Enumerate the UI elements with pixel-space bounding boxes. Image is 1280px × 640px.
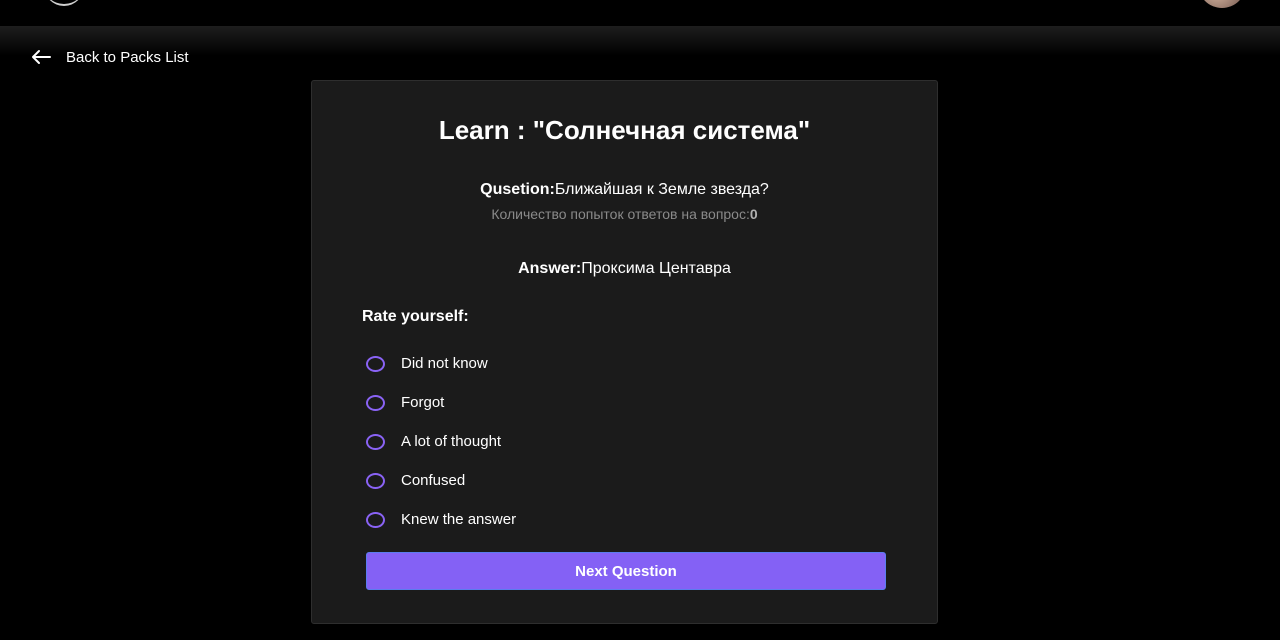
top-bar-shadow xyxy=(0,26,1280,56)
rate-yourself-label: Rate yourself: xyxy=(362,308,469,325)
question-line: Qusetion:Ближайшая к Земле звезда? xyxy=(312,181,937,199)
back-to-packs-link[interactable]: Back to Packs List xyxy=(30,45,189,69)
arrow-left-icon xyxy=(30,49,52,65)
radio-button[interactable] xyxy=(366,472,385,489)
attempts-count: 0 xyxy=(749,206,758,222)
rating-option-label: Forgot xyxy=(401,394,445,411)
answer-text: Проксима Центавра xyxy=(581,260,731,277)
page-title: Learn : "Солнечная система" xyxy=(438,115,811,145)
rating-option-label: A lot of thought xyxy=(401,433,502,450)
back-link-label: Back to Packs List xyxy=(66,48,189,66)
rating-option-a-lot-of-thought[interactable]: A lot of thought xyxy=(366,422,516,461)
attempts-line: Количество попыток ответов на вопрос:0 xyxy=(312,206,937,222)
radio-button[interactable] xyxy=(366,355,385,372)
answer-label: Answer: xyxy=(518,260,582,277)
next-question-button[interactable]: Next Question xyxy=(366,552,886,590)
question-label: Qusetion: xyxy=(480,181,555,198)
rating-option-confused[interactable]: Confused xyxy=(366,461,516,500)
radio-button[interactable] xyxy=(366,394,385,411)
rating-options: Did not know Forgot A lot of thought Con… xyxy=(366,344,516,539)
rating-option-label: Did not know xyxy=(401,355,488,372)
rating-option-knew-the-answer[interactable]: Knew the answer xyxy=(366,500,516,539)
radio-button[interactable] xyxy=(366,511,385,528)
rating-option-label: Knew the answer xyxy=(401,511,517,528)
answer-line: Answer:Проксима Центавра xyxy=(312,260,937,278)
learn-card: Learn : "Солнечная система" Qusetion:Бли… xyxy=(311,80,938,624)
question-text: Ближайшая к Земле звезда? xyxy=(554,181,769,198)
rating-option-forgot[interactable]: Forgot xyxy=(366,383,516,422)
rating-option-did-not-know[interactable]: Did not know xyxy=(366,344,516,383)
attempts-label: Количество попыток ответов на вопрос: xyxy=(491,206,750,222)
radio-button[interactable] xyxy=(366,433,385,450)
user-avatar[interactable] xyxy=(1198,0,1246,8)
rating-option-label: Confused xyxy=(401,472,466,489)
logo-icon[interactable] xyxy=(44,0,84,6)
top-bar xyxy=(0,0,1280,26)
